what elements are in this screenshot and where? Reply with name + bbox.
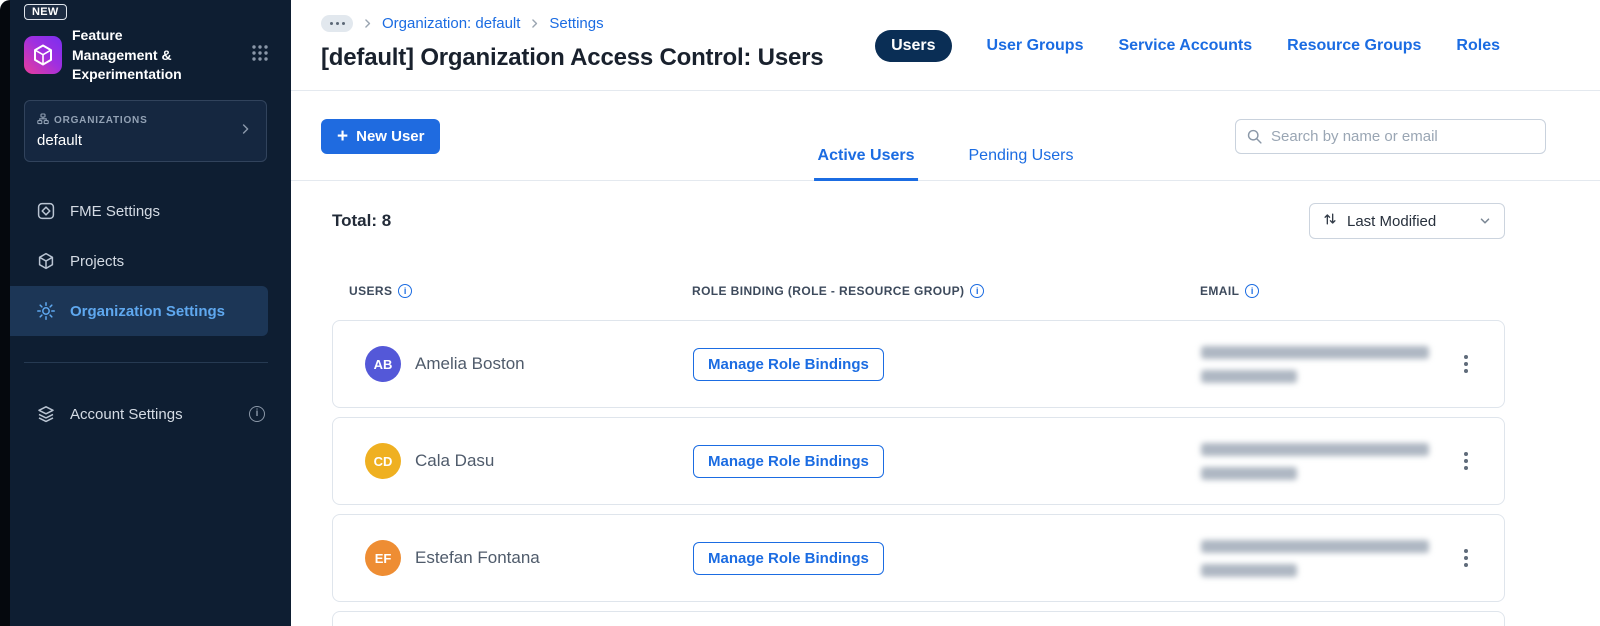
sidebar-item-account-settings[interactable]: Account Settings i [10, 389, 291, 439]
sidebar-item-label: FME Settings [70, 202, 161, 220]
info-icon[interactable]: i [249, 406, 265, 422]
breadcrumb-settings-link[interactable]: Settings [549, 15, 603, 32]
row-menu-button[interactable] [1450, 348, 1482, 380]
table-row: EF Estefan Fontana Manage Role Bindings [332, 514, 1505, 602]
brand: Feature Management & Experimentation [24, 26, 291, 85]
user-view-tabs: Active Users Pending Users [813, 147, 1078, 181]
email-redacted [1201, 539, 1450, 577]
access-control-tabs: Users User Groups Service Accounts Resou… [875, 30, 1500, 62]
breadcrumb-overflow-button[interactable] [321, 15, 353, 32]
chevron-right-icon [529, 18, 540, 29]
chevron-right-icon [238, 121, 254, 142]
avatar: AB [365, 346, 401, 382]
tab-resource-groups[interactable]: Resource Groups [1287, 37, 1421, 55]
toolbar: + New User Active Users Pending Users [291, 91, 1600, 181]
table-header: USERS i ROLE BINDING (ROLE - RESOURCE GR… [332, 284, 1505, 298]
plus-icon: + [337, 126, 349, 147]
breadcrumb-org-link[interactable]: Organization: default [382, 15, 520, 32]
manage-role-bindings-button[interactable]: Manage Role Bindings [693, 541, 884, 575]
sidebar-item-label: Organization Settings [70, 302, 226, 320]
tab-pending-users[interactable]: Pending Users [965, 147, 1078, 181]
search-icon [1246, 128, 1263, 145]
layers-icon [36, 404, 56, 424]
row-menu-button[interactable] [1450, 542, 1482, 574]
organization-selector-value: default [37, 132, 83, 149]
page-header: Organization: default Settings [default]… [291, 0, 1600, 91]
avatar: CD [365, 443, 401, 479]
sidebar-nav: FME Settings Projects Organization Setti… [10, 186, 291, 439]
column-users: USERS [349, 284, 393, 298]
tab-users[interactable]: Users [875, 30, 952, 62]
info-icon[interactable]: i [970, 284, 985, 298]
sort-selected-value: Last Modified [1347, 212, 1437, 230]
user-name: Estefan Fontana [415, 548, 540, 567]
product-name: Feature Management & Experimentation [72, 27, 182, 83]
sidebar-item-label: Projects [70, 252, 125, 270]
sidebar-divider [24, 362, 268, 363]
table-row: CD Cala Dasu Manage Role Bindings [332, 417, 1505, 505]
product-logo-icon [24, 36, 62, 75]
breadcrumb: Organization: default Settings [321, 15, 604, 32]
manage-role-bindings-button[interactable]: Manage Role Bindings [693, 347, 884, 381]
tab-active-users[interactable]: Active Users [813, 147, 919, 181]
manage-role-bindings-button[interactable]: Manage Role Bindings [693, 444, 884, 478]
info-icon[interactable]: i [398, 284, 413, 298]
search-input[interactable] [1271, 128, 1535, 145]
table-row [332, 611, 1505, 626]
organization-selector[interactable]: ORGANIZATIONS default [24, 100, 267, 162]
chevron-down-icon [1478, 214, 1492, 228]
column-role-binding: ROLE BINDING (ROLE - RESOURCE GROUP) [692, 284, 965, 298]
email-redacted [1201, 442, 1450, 480]
fme-icon [36, 201, 56, 221]
sidebar-item-organization-settings[interactable]: Organization Settings [10, 286, 268, 336]
sidebar: NEW Feature Management & Experimentation [10, 0, 291, 626]
sidebar-item-label: Account Settings [70, 405, 183, 423]
organization-icon [37, 113, 49, 128]
table-row: AB Amelia Boston Manage Role Bindings [332, 320, 1505, 408]
new-badge: NEW [24, 4, 67, 20]
sort-dropdown[interactable]: Last Modified [1309, 203, 1505, 239]
new-user-button[interactable]: + New User [321, 119, 441, 154]
apps-grid-icon[interactable] [251, 44, 269, 67]
user-name: Cala Dasu [415, 451, 495, 470]
row-menu-button[interactable] [1450, 445, 1482, 477]
sidebar-item-fme-settings[interactable]: FME Settings [10, 186, 291, 236]
user-name: Amelia Boston [415, 354, 525, 373]
tab-service-accounts[interactable]: Service Accounts [1118, 37, 1252, 55]
gear-icon [36, 301, 56, 321]
projects-icon [36, 251, 56, 271]
column-email: EMAIL [1200, 284, 1240, 298]
email-redacted [1201, 345, 1450, 383]
avatar: EF [365, 540, 401, 576]
search-box [1235, 119, 1546, 154]
organization-selector-label: ORGANIZATIONS [54, 115, 148, 126]
users-table: AB Amelia Boston Manage Role Bindings CD… [332, 320, 1505, 626]
window-edge [0, 0, 10, 626]
tab-user-groups[interactable]: User Groups [987, 37, 1084, 55]
sort-arrows-icon [1322, 211, 1338, 232]
page-title: [default] Organization Access Control: U… [321, 44, 824, 71]
tab-roles[interactable]: Roles [1456, 37, 1500, 55]
total-count: Total: 8 [332, 211, 392, 230]
main-content: Organization: default Settings [default]… [291, 0, 1600, 626]
chevron-right-icon [362, 18, 373, 29]
sidebar-item-projects[interactable]: Projects [10, 236, 291, 286]
info-icon[interactable]: i [1245, 284, 1260, 298]
users-list-section: Total: 8 Last Modified USERS i ROLE BIND… [291, 203, 1600, 626]
new-user-button-label: New User [356, 128, 425, 145]
